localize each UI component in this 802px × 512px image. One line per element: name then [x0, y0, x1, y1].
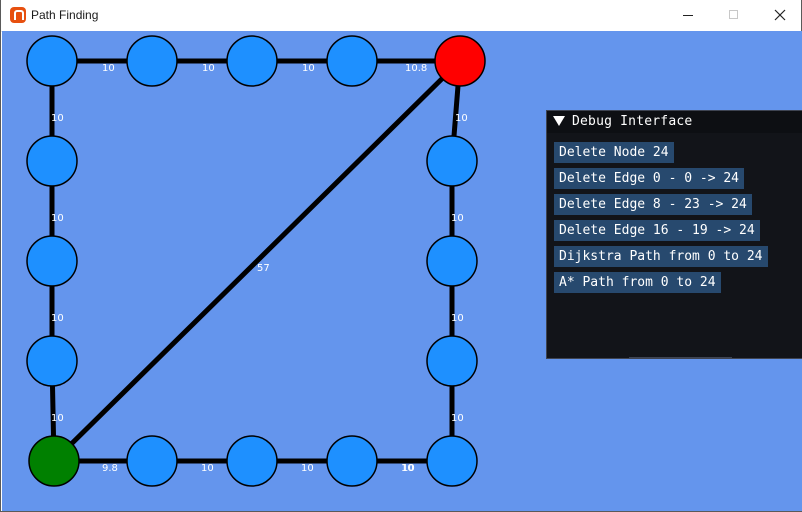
title-bar[interactable]: Path Finding	[1, 0, 801, 32]
graph-node[interactable]	[426, 435, 478, 487]
graph-node[interactable]	[26, 235, 78, 287]
goal-node[interactable]	[434, 35, 486, 87]
graph-edge	[51, 58, 463, 464]
edge-label: 10	[51, 313, 64, 324]
edge-label: 10	[201, 463, 214, 474]
edge-label: 10	[455, 113, 468, 124]
graph-node[interactable]	[326, 35, 378, 87]
edge-label: 9.8	[102, 463, 118, 474]
start-node[interactable]	[28, 435, 80, 487]
graph-node[interactable]	[326, 435, 378, 487]
close-icon	[774, 9, 786, 21]
maximize-button[interactable]	[711, 0, 757, 31]
astar-path-button[interactable]: A* Path from 0 to 24	[554, 272, 721, 293]
edge-label: 10	[451, 213, 464, 224]
graph-node[interactable]	[426, 135, 478, 187]
delete-edge-0-button[interactable]: Delete Edge 0 - 0 -> 24	[554, 168, 745, 189]
delete-node-button[interactable]: Delete Node 24	[554, 142, 674, 163]
edge-label: 10	[301, 463, 314, 474]
graph-node[interactable]	[26, 35, 78, 87]
app-window: Path Finding 10 10 10 10.8 10 10 10 10 1…	[0, 0, 802, 512]
edge-label: 10	[202, 63, 215, 74]
graph-node[interactable]	[26, 335, 78, 387]
dijkstra-path-button[interactable]: Dijkstra Path from 0 to 24	[554, 246, 768, 267]
edge-label: 10	[51, 413, 64, 424]
edge-label: 10	[451, 313, 464, 324]
graph-node[interactable]	[226, 35, 278, 87]
panel-divider	[629, 357, 732, 358]
debug-panel-title: Debug Interface	[572, 114, 693, 129]
collapse-arrow-icon[interactable]	[553, 116, 565, 126]
delete-edge-8-button[interactable]: Delete Edge 8 - 23 -> 24	[554, 194, 752, 215]
graph-node[interactable]	[126, 435, 178, 487]
graph-node[interactable]	[426, 235, 478, 287]
graph-node[interactable]	[426, 335, 478, 387]
graph-node[interactable]	[126, 35, 178, 87]
close-button[interactable]	[757, 0, 802, 31]
graph-node[interactable]	[226, 435, 278, 487]
edge-label: 10	[51, 113, 64, 124]
app-logo-icon	[10, 7, 26, 23]
window-title: Path Finding	[31, 8, 99, 22]
edge-label: 10	[102, 63, 115, 74]
edge-label: 10.8	[405, 63, 427, 74]
edge-label: 10	[401, 463, 414, 474]
edge-label: 10	[302, 63, 315, 74]
debug-interface-panel: Debug Interface Delete Node 24 Delete Ed…	[546, 110, 802, 359]
graph-node[interactable]	[26, 135, 78, 187]
edge-label: 57	[257, 263, 270, 274]
debug-panel-header[interactable]: Debug Interface	[547, 111, 802, 133]
delete-edge-16-button[interactable]: Delete Edge 16 - 19 -> 24	[554, 220, 760, 241]
edge-label: 10	[451, 413, 464, 424]
edge-label: 10	[51, 213, 64, 224]
minimize-button[interactable]	[665, 0, 711, 31]
